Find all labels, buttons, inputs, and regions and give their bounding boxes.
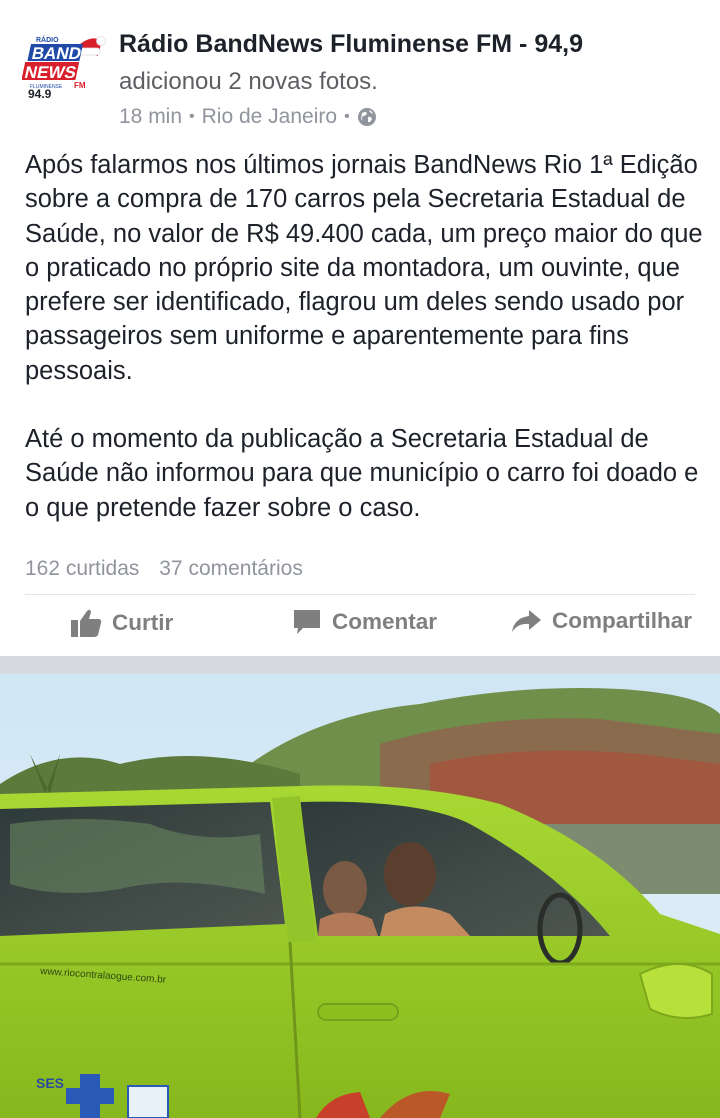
speech-bubble-icon xyxy=(294,610,320,634)
globe-icon xyxy=(357,108,376,126)
page-avatar[interactable]: RÁDIO BAND NEWS FM FLUMINENSE 94.9 xyxy=(21,30,106,114)
divider xyxy=(25,594,695,595)
post-photo[interactable]: www.riocontralaogue.com.br SES xyxy=(0,674,720,1118)
svg-text:BAND: BAND xyxy=(30,43,83,63)
share-arrow-icon xyxy=(512,610,541,632)
post-actions-bar: Curtir Comentar Compartilhar xyxy=(0,600,720,650)
post-time[interactable]: 18 min xyxy=(119,105,182,129)
svg-text:NEWS: NEWS xyxy=(23,62,78,82)
bandnews-logo: RÁDIO BAND NEWS FM FLUMINENSE 94.9 xyxy=(21,30,106,114)
share-button[interactable]: Compartilhar xyxy=(510,608,692,634)
post-paragraph: Após falarmos nos últimos jornais BandNe… xyxy=(25,151,703,385)
likes-count[interactable]: 162 curtidas xyxy=(25,557,139,580)
like-button[interactable]: Curtir xyxy=(70,608,173,638)
post-card: RÁDIO BAND NEWS FM FLUMINENSE 94.9 Rádio… xyxy=(0,0,720,656)
comment-button[interactable]: Comentar xyxy=(292,608,437,636)
car-photo-image: www.riocontralaogue.com.br SES xyxy=(0,674,720,1118)
post-location[interactable]: Rio de Janeiro xyxy=(202,105,337,129)
comment-label: Comentar xyxy=(332,609,438,634)
post-action-text: adicionou 2 novas fotos. xyxy=(119,68,378,95)
comments-count[interactable]: 37 comentários xyxy=(159,557,303,580)
post-paragraph: Até o momento da publicação a Secretaria… xyxy=(25,425,699,522)
meta-separator: • xyxy=(189,108,195,125)
page-name-link[interactable]: Rádio BandNews Fluminense FM - 94,9 xyxy=(119,30,583,59)
post-body: Após falarmos nos últimos jornais BandNe… xyxy=(25,148,705,525)
svg-text:94.9: 94.9 xyxy=(28,87,52,101)
share-label: Compartilhar xyxy=(552,608,693,633)
like-label: Curtir xyxy=(112,610,174,635)
thumbs-up-icon xyxy=(71,609,102,637)
svg-text:FM: FM xyxy=(74,81,86,90)
reaction-counts: 162 curtidas 37 comentários xyxy=(25,557,303,581)
post-meta: 18 min • Rio de Janeiro • xyxy=(119,105,377,129)
feed-separator xyxy=(0,656,720,674)
ses-badge: SES xyxy=(36,1075,64,1091)
meta-separator: • xyxy=(344,108,350,125)
